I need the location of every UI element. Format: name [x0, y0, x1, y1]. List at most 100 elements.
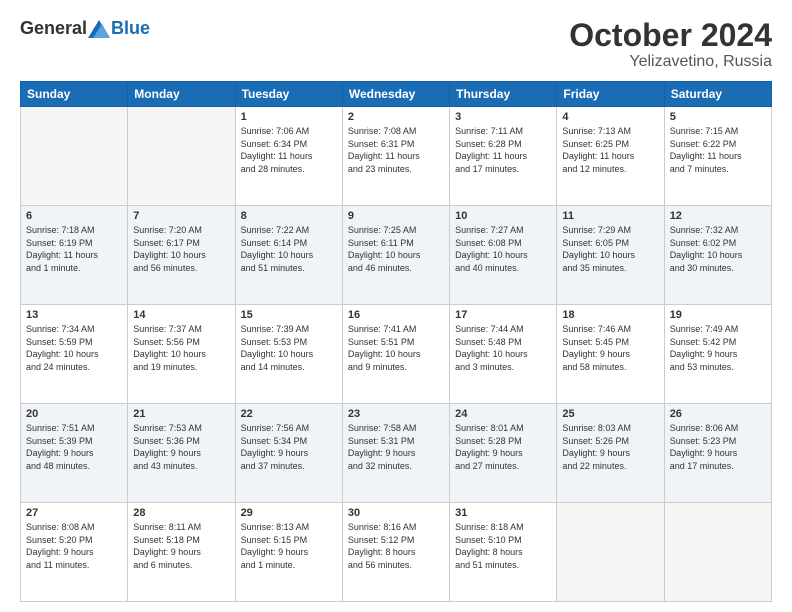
day-number: 30 — [348, 507, 444, 519]
day-number: 31 — [455, 507, 551, 519]
calendar-week-2: 6 Sunrise: 7:18 AM Sunset: 6:19 PM Daylig… — [21, 206, 772, 305]
day-info: Sunrise: 7:15 AM Sunset: 6:22 PM Dayligh… — [670, 125, 766, 175]
day-info: Sunrise: 7:56 AM Sunset: 5:34 PM Dayligh… — [241, 422, 337, 472]
day-info: Sunrise: 8:13 AM Sunset: 5:15 PM Dayligh… — [241, 521, 337, 571]
day-info: Sunrise: 7:44 AM Sunset: 5:48 PM Dayligh… — [455, 323, 551, 373]
day-number: 24 — [455, 408, 551, 420]
table-row: 28Sunrise: 8:11 AM Sunset: 5:18 PM Dayli… — [128, 503, 235, 602]
table-row: 13 Sunrise: 7:34 AM Sunset: 5:59 PM Dayli… — [21, 305, 128, 404]
logo-text: General Blue — [20, 18, 150, 39]
day-number: 3 — [455, 111, 551, 123]
day-info: Sunrise: 8:01 AM Sunset: 5:28 PM Dayligh… — [455, 422, 551, 472]
day-number: 1 — [241, 111, 337, 123]
day-info: Sunrise: 7:25 AM Sunset: 6:11 PM Dayligh… — [348, 224, 444, 274]
table-row: 27 Sunrise: 8:08 AM Sunset: 5:20 PM Dayli… — [21, 503, 128, 602]
table-row: 11Sunrise: 7:29 AM Sunset: 6:05 PM Dayli… — [557, 206, 664, 305]
col-sunday: Sunday — [21, 82, 128, 107]
col-friday: Friday — [557, 82, 664, 107]
day-info: Sunrise: 7:32 AM Sunset: 6:02 PM Dayligh… — [670, 224, 766, 274]
day-number: 25 — [562, 408, 658, 420]
day-number: 9 — [348, 210, 444, 222]
day-info: Sunrise: 8:03 AM Sunset: 5:26 PM Dayligh… — [562, 422, 658, 472]
day-info: Sunrise: 7:18 AM Sunset: 6:19 PM Dayligh… — [26, 224, 122, 274]
table-row: 4 Sunrise: 7:13 AM Sunset: 6:25 PM Daylig… — [557, 107, 664, 206]
calendar-week-4: 20Sunrise: 7:51 AM Sunset: 5:39 PM Dayli… — [21, 404, 772, 503]
day-number: 20 — [26, 408, 122, 420]
day-info: Sunrise: 7:11 AM Sunset: 6:28 PM Dayligh… — [455, 125, 551, 175]
table-row: 26 Sunrise: 8:06 AM Sunset: 5:23 PM Dayli… — [664, 404, 771, 503]
day-number: 21 — [133, 408, 229, 420]
calendar-table: Sunday Monday Tuesday Wednesday Thursday… — [20, 81, 772, 602]
day-info: Sunrise: 8:06 AM Sunset: 5:23 PM Dayligh… — [670, 422, 766, 472]
day-info: Sunrise: 8:16 AM Sunset: 5:12 PM Dayligh… — [348, 521, 444, 571]
day-number: 10 — [455, 210, 551, 222]
table-row: 29 Sunrise: 8:13 AM Sunset: 5:15 PM Dayli… — [235, 503, 342, 602]
day-info: Sunrise: 7:27 AM Sunset: 6:08 PM Dayligh… — [455, 224, 551, 274]
day-number: 12 — [670, 210, 766, 222]
table-row: 24 Sunrise: 8:01 AM Sunset: 5:28 PM Dayli… — [450, 404, 557, 503]
table-row: 10 Sunrise: 7:27 AM Sunset: 6:08 PM Dayli… — [450, 206, 557, 305]
day-number: 2 — [348, 111, 444, 123]
table-row: 9 Sunrise: 7:25 AM Sunset: 6:11 PM Daylig… — [342, 206, 449, 305]
day-info: Sunrise: 8:11 AM Sunset: 5:18 PM Dayligh… — [133, 521, 229, 571]
table-row: 18Sunrise: 7:46 AM Sunset: 5:45 PM Dayli… — [557, 305, 664, 404]
day-info: Sunrise: 7:53 AM Sunset: 5:36 PM Dayligh… — [133, 422, 229, 472]
day-info: Sunrise: 7:34 AM Sunset: 5:59 PM Dayligh… — [26, 323, 122, 373]
title-block: October 2024 Yelizavetino, Russia — [569, 18, 772, 71]
table-row — [664, 503, 771, 602]
day-number: 17 — [455, 309, 551, 321]
day-info: Sunrise: 7:39 AM Sunset: 5:53 PM Dayligh… — [241, 323, 337, 373]
logo-icon — [88, 20, 110, 38]
col-tuesday: Tuesday — [235, 82, 342, 107]
day-info: Sunrise: 7:37 AM Sunset: 5:56 PM Dayligh… — [133, 323, 229, 373]
logo-blue: Blue — [111, 18, 150, 39]
calendar-week-1: 1 Sunrise: 7:06 AM Sunset: 6:34 PM Daylig… — [21, 107, 772, 206]
table-row: 6 Sunrise: 7:18 AM Sunset: 6:19 PM Daylig… — [21, 206, 128, 305]
table-row: 19Sunrise: 7:49 AM Sunset: 5:42 PM Dayli… — [664, 305, 771, 404]
day-number: 13 — [26, 309, 122, 321]
day-number: 7 — [133, 210, 229, 222]
table-row: 3 Sunrise: 7:11 AM Sunset: 6:28 PM Daylig… — [450, 107, 557, 206]
day-number: 4 — [562, 111, 658, 123]
header: General Blue October 2024 Yelizavetino, … — [20, 18, 772, 71]
day-info: Sunrise: 7:58 AM Sunset: 5:31 PM Dayligh… — [348, 422, 444, 472]
day-number: 11 — [562, 210, 658, 222]
table-row — [128, 107, 235, 206]
day-info: Sunrise: 7:08 AM Sunset: 6:31 PM Dayligh… — [348, 125, 444, 175]
day-info: Sunrise: 7:13 AM Sunset: 6:25 PM Dayligh… — [562, 125, 658, 175]
day-number: 22 — [241, 408, 337, 420]
day-number: 23 — [348, 408, 444, 420]
day-info: Sunrise: 7:46 AM Sunset: 5:45 PM Dayligh… — [562, 323, 658, 373]
table-row: 30 Sunrise: 8:16 AM Sunset: 5:12 PM Dayli… — [342, 503, 449, 602]
table-row: 25 Sunrise: 8:03 AM Sunset: 5:26 PM Dayli… — [557, 404, 664, 503]
table-row: 23 Sunrise: 7:58 AM Sunset: 5:31 PM Dayli… — [342, 404, 449, 503]
table-row — [21, 107, 128, 206]
table-row: 31 Sunrise: 8:18 AM Sunset: 5:10 PM Dayli… — [450, 503, 557, 602]
table-row: 17 Sunrise: 7:44 AM Sunset: 5:48 PM Dayli… — [450, 305, 557, 404]
day-info: Sunrise: 7:06 AM Sunset: 6:34 PM Dayligh… — [241, 125, 337, 175]
day-info: Sunrise: 7:41 AM Sunset: 5:51 PM Dayligh… — [348, 323, 444, 373]
logo-general: General — [20, 18, 87, 39]
logo: General Blue — [20, 18, 150, 39]
table-row: 22 Sunrise: 7:56 AM Sunset: 5:34 PM Dayli… — [235, 404, 342, 503]
col-wednesday: Wednesday — [342, 82, 449, 107]
day-number: 26 — [670, 408, 766, 420]
day-number: 27 — [26, 507, 122, 519]
table-row: 12 Sunrise: 7:32 AM Sunset: 6:02 PM Dayli… — [664, 206, 771, 305]
table-row: 16Sunrise: 7:41 AM Sunset: 5:51 PM Dayli… — [342, 305, 449, 404]
day-number: 6 — [26, 210, 122, 222]
calendar-week-3: 13 Sunrise: 7:34 AM Sunset: 5:59 PM Dayli… — [21, 305, 772, 404]
col-saturday: Saturday — [664, 82, 771, 107]
day-info: Sunrise: 7:49 AM Sunset: 5:42 PM Dayligh… — [670, 323, 766, 373]
day-number: 15 — [241, 309, 337, 321]
day-number: 29 — [241, 507, 337, 519]
day-number: 5 — [670, 111, 766, 123]
table-row: 1 Sunrise: 7:06 AM Sunset: 6:34 PM Daylig… — [235, 107, 342, 206]
day-info: Sunrise: 8:08 AM Sunset: 5:20 PM Dayligh… — [26, 521, 122, 571]
table-row: 8Sunrise: 7:22 AM Sunset: 6:14 PM Daylig… — [235, 206, 342, 305]
table-row: 21 Sunrise: 7:53 AM Sunset: 5:36 PM Dayli… — [128, 404, 235, 503]
table-row: 2 Sunrise: 7:08 AM Sunset: 6:31 PM Daylig… — [342, 107, 449, 206]
table-row — [557, 503, 664, 602]
day-info: Sunrise: 7:22 AM Sunset: 6:14 PM Dayligh… — [241, 224, 337, 274]
day-info: Sunrise: 8:18 AM Sunset: 5:10 PM Dayligh… — [455, 521, 551, 571]
